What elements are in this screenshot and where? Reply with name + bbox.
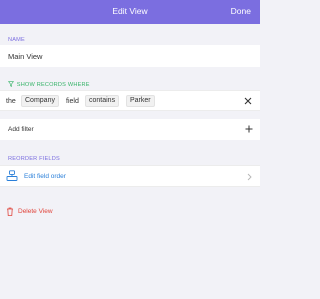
add-filter-row[interactable]: Add filter bbox=[0, 119, 260, 140]
edit-field-order-label: Edit field order bbox=[24, 173, 66, 180]
add-filter-label: Add filter bbox=[8, 126, 34, 133]
filter-section-label-text: SHOW RECORDS WHERE bbox=[16, 82, 90, 88]
filter-value-chip[interactable]: Parker bbox=[126, 95, 155, 107]
filter-icon bbox=[8, 81, 14, 87]
done-button[interactable]: Done bbox=[231, 6, 251, 16]
filter-section-label: SHOW RECORDS WHERE bbox=[8, 81, 90, 88]
close-icon[interactable] bbox=[242, 95, 254, 107]
filter-field-chip[interactable]: Company bbox=[21, 95, 59, 107]
plus-icon[interactable] bbox=[245, 125, 253, 133]
filter-condition-row: the Company field contains Parker bbox=[0, 90, 260, 111]
nav-header: Edit View Done bbox=[0, 0, 260, 24]
view-name-field[interactable]: Main View bbox=[0, 45, 260, 67]
delete-view-label: Delete View bbox=[18, 208, 53, 215]
fields-icon bbox=[6, 170, 18, 181]
filter-operator-chip[interactable]: contains bbox=[85, 95, 120, 107]
filter-field-word: field bbox=[66, 98, 79, 105]
delete-view-button[interactable]: Delete View bbox=[0, 205, 260, 219]
name-section-label: NAME bbox=[8, 37, 25, 43]
filter-prefix: the bbox=[6, 98, 16, 105]
trash-icon bbox=[7, 207, 13, 216]
edit-field-order-row[interactable]: Edit field order bbox=[0, 165, 260, 187]
view-name-value[interactable]: Main View bbox=[8, 52, 42, 61]
reorder-section-label: REORDER FIELDS bbox=[8, 156, 60, 162]
chevron-right-icon bbox=[247, 173, 252, 181]
page-title: Edit View bbox=[112, 6, 148, 16]
